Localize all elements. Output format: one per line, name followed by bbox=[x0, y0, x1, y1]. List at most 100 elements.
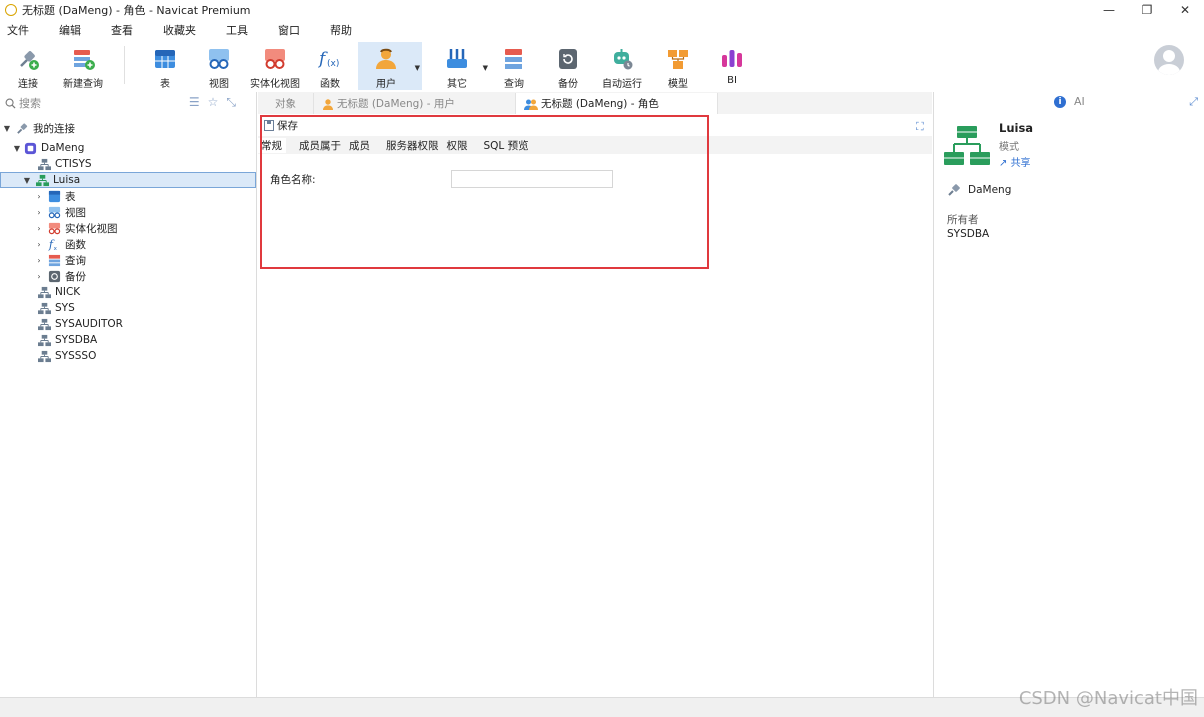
expand-arrow-icon[interactable]: ▼ bbox=[12, 144, 22, 153]
tree-schema-item[interactable]: NICK bbox=[0, 284, 256, 300]
tree-child-tables[interactable]: › 表 bbox=[0, 188, 256, 204]
function-icon: f (x) bbox=[318, 49, 339, 69]
menu-tools[interactable]: 工具 bbox=[218, 22, 256, 38]
maximize-button[interactable]: ❐ bbox=[1128, 0, 1166, 20]
expand-arrow-icon[interactable]: ▼ bbox=[22, 176, 32, 185]
tree-root[interactable]: ▼ 我的连接 bbox=[0, 120, 256, 136]
document-tab-bar: 对象 无标题 (DaMeng) - 用户 无标题 (DaMeng) - 角色 bbox=[258, 92, 932, 114]
subtab-privileges[interactable]: 权限 bbox=[443, 138, 472, 153]
minimize-button[interactable]: — bbox=[1090, 0, 1128, 20]
fullscreen-icon[interactable]: ⛶ bbox=[916, 120, 928, 133]
expand-arrow-icon[interactable]: › bbox=[34, 192, 44, 201]
tab-role[interactable]: 无标题 (DaMeng) - 角色 bbox=[516, 93, 718, 114]
user-avatar[interactable] bbox=[1154, 45, 1184, 75]
expand-arrow-icon[interactable]: › bbox=[34, 208, 44, 217]
function-icon: fx bbox=[48, 238, 58, 251]
query-icon bbox=[48, 254, 61, 266]
menu-help[interactable]: 帮助 bbox=[322, 22, 360, 38]
tree-connection[interactable]: ▼ DaMeng bbox=[0, 140, 256, 156]
tree-child-materialized-views[interactable]: › 实体化视图 bbox=[0, 220, 256, 236]
search-tools: ☰ ☆ ⤡ bbox=[189, 95, 236, 110]
backup-button[interactable]: 备份 bbox=[550, 42, 586, 90]
svg-text:(x): (x) bbox=[327, 59, 339, 69]
other-button[interactable]: ▼ 其它 bbox=[436, 42, 490, 90]
tree-child-queries[interactable]: › 查询 bbox=[0, 252, 256, 268]
user-icon bbox=[323, 98, 333, 110]
menu-edit[interactable]: 编辑 bbox=[51, 22, 89, 38]
window-title: 无标题 (DaMeng) - 角色 - Navicat Premium bbox=[22, 4, 251, 17]
schema-icon bbox=[38, 286, 51, 298]
subtab-general[interactable]: 常规 bbox=[258, 137, 286, 153]
share-link[interactable]: ↗ 共享 bbox=[999, 154, 1031, 169]
ai-tab[interactable]: AI bbox=[1074, 95, 1085, 108]
search-input[interactable]: 搜索 bbox=[19, 95, 41, 111]
window-controls: — ❐ ✕ bbox=[1090, 0, 1204, 20]
tree-schema-selected[interactable]: ▼ Luisa bbox=[0, 172, 256, 188]
tree-schema-item[interactable]: SYSSSO bbox=[0, 348, 256, 364]
expand-arrow-icon[interactable]: ▼ bbox=[2, 124, 12, 133]
other-dropdown-caret[interactable]: ▼ bbox=[483, 64, 488, 72]
role-name-input[interactable] bbox=[451, 170, 613, 188]
subtab-member-of[interactable]: 成员属于 bbox=[295, 138, 345, 153]
query-button[interactable]: 查询 bbox=[496, 42, 532, 90]
close-button[interactable]: ✕ bbox=[1166, 0, 1204, 20]
table-button[interactable]: 表 bbox=[147, 42, 183, 90]
view-icon bbox=[48, 206, 61, 218]
function-button[interactable]: f (x) 函数 bbox=[312, 42, 348, 90]
expand-arrow-icon[interactable]: › bbox=[34, 256, 44, 265]
plug-icon bbox=[948, 184, 960, 196]
menu-file[interactable]: 文件 bbox=[0, 22, 37, 38]
menu-favorites[interactable]: 收藏夹 bbox=[155, 22, 204, 38]
model-icon bbox=[668, 50, 688, 69]
tree-schema-item[interactable]: SYSAUDITOR bbox=[0, 316, 256, 332]
search-bar[interactable]: 搜索 ☰ ☆ ⤡ bbox=[0, 92, 256, 114]
role-editor: 保存 ⛶ 常规 成员属于 成员 服务器权限 权限 SQL 预览 角色名称: bbox=[258, 114, 932, 697]
expand-icon[interactable]: ⤢ bbox=[1189, 95, 1198, 109]
new-query-button[interactable]: 新建查询 bbox=[60, 42, 106, 90]
tree-schema-item[interactable]: CTISYS bbox=[0, 156, 256, 172]
subtab-server-privileges[interactable]: 服务器权限 bbox=[382, 138, 443, 153]
tree-root-label: 我的连接 bbox=[33, 122, 75, 135]
subtab-sql-preview[interactable]: SQL 预览 bbox=[480, 138, 533, 153]
owner-label: 所有者 bbox=[947, 214, 979, 226]
menu-view[interactable]: 查看 bbox=[103, 22, 141, 38]
plug-icon bbox=[20, 51, 39, 70]
tree-child-functions[interactable]: › fx 函数 bbox=[0, 236, 256, 252]
materialized-view-button[interactable]: 实体化视图 bbox=[248, 42, 302, 90]
role-icon bbox=[524, 99, 538, 110]
tree-connection-label: DaMeng bbox=[41, 142, 85, 154]
role-name-label: 角色名称: bbox=[270, 174, 316, 186]
user-dropdown-caret[interactable]: ▼ bbox=[415, 64, 420, 72]
automation-button[interactable]: 自动运行 bbox=[598, 42, 646, 90]
menu-window[interactable]: 窗口 bbox=[270, 22, 308, 38]
subtab-members[interactable]: 成员 bbox=[345, 138, 374, 153]
save-button[interactable]: 保存 bbox=[277, 118, 298, 133]
connect-button[interactable]: 连接 bbox=[8, 42, 48, 90]
info-icon[interactable]: i bbox=[1054, 96, 1066, 108]
expand-arrow-icon[interactable]: › bbox=[34, 240, 44, 249]
expand-arrow-icon[interactable]: › bbox=[34, 272, 44, 281]
tree-child-backups[interactable]: › 备份 bbox=[0, 268, 256, 284]
tab-objects[interactable]: 对象 bbox=[258, 93, 314, 114]
object-info-panel: i AI ⤢ Luisa 模式 ↗ 共享 DaMeng 所有者 SYSDBA bbox=[933, 92, 1204, 697]
schema-icon bbox=[38, 350, 51, 362]
bi-button[interactable]: BI bbox=[714, 42, 750, 90]
schema-icon bbox=[38, 334, 51, 346]
model-button[interactable]: 模型 bbox=[660, 42, 696, 90]
tree-schema-item[interactable]: SYSDBA bbox=[0, 332, 256, 348]
bi-icon bbox=[722, 50, 742, 67]
tree-child-views[interactable]: › 视图 bbox=[0, 204, 256, 220]
owner-value: SYSDBA bbox=[947, 228, 990, 240]
collapse-icon[interactable]: ⤡ bbox=[226, 95, 236, 110]
filter-icon[interactable]: ☰ bbox=[189, 95, 200, 110]
navicat-app-icon bbox=[5, 4, 17, 16]
tree-schema-item[interactable]: SYS bbox=[0, 300, 256, 316]
expand-arrow-icon[interactable]: › bbox=[34, 224, 44, 233]
table-icon bbox=[48, 190, 61, 202]
query-icon bbox=[505, 49, 522, 69]
star-icon[interactable]: ☆ bbox=[208, 95, 219, 110]
view-button[interactable]: 视图 bbox=[201, 42, 237, 90]
user-button[interactable]: ▼ 用户 bbox=[358, 42, 422, 90]
materialized-view-icon bbox=[265, 49, 285, 69]
tab-user[interactable]: 无标题 (DaMeng) - 用户 bbox=[314, 93, 516, 114]
